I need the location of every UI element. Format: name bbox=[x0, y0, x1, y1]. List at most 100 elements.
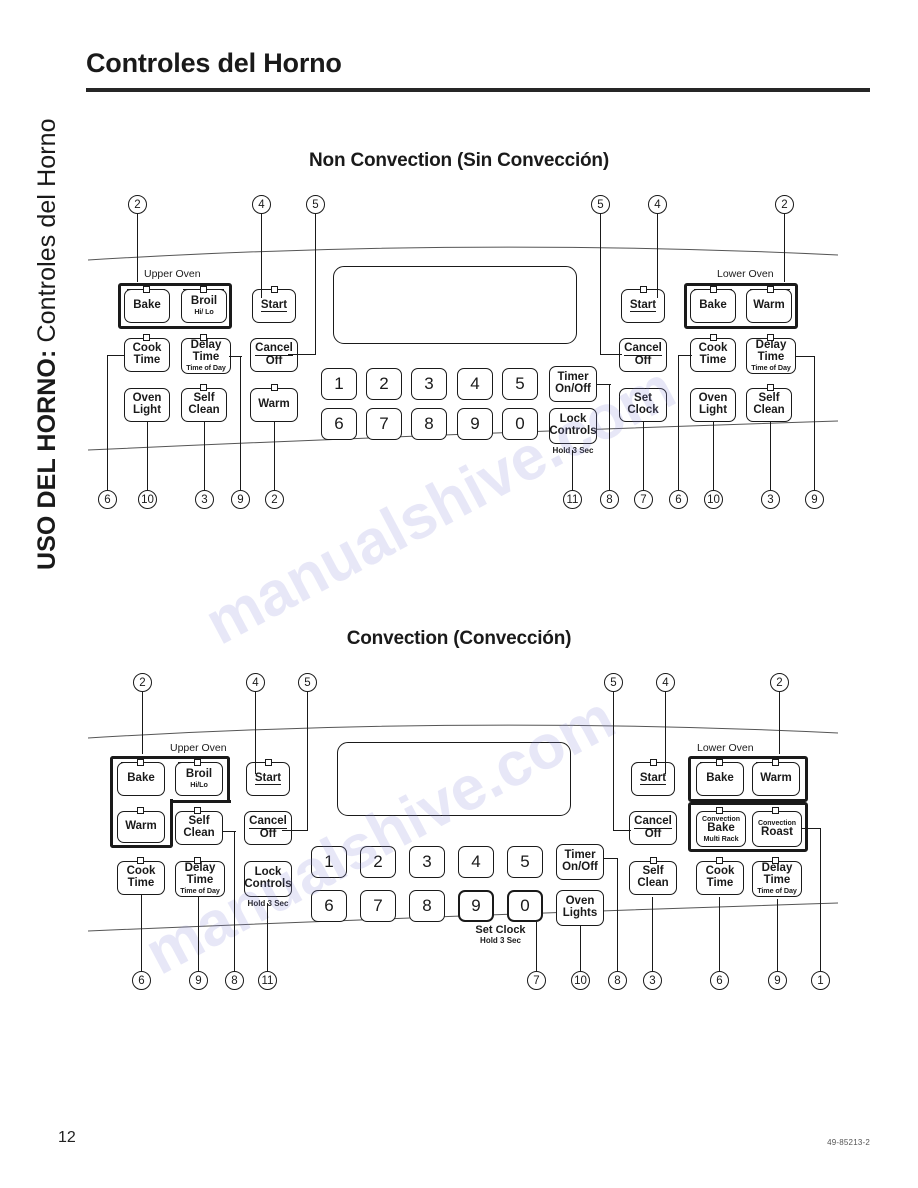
leader-cvn-bottom-2 bbox=[198, 897, 199, 971]
button-lower-cook-time[interactable]: Cook Time bbox=[690, 338, 736, 372]
leader-cvn-bottom-3-h bbox=[222, 831, 236, 832]
keypad-key-5[interactable]: 5 bbox=[502, 368, 538, 400]
caption-lock-hold: Hold 3 Sec bbox=[552, 446, 594, 455]
button-upper-broil[interactable]: Broil Hi/ Lo bbox=[181, 289, 227, 323]
keypad-key-3[interactable]: 3 bbox=[411, 368, 447, 400]
button-left-warm[interactable]: Warm bbox=[250, 388, 298, 422]
document-code: 49-85213-2 bbox=[827, 1138, 870, 1147]
leader-cvn-top-3-h bbox=[282, 830, 308, 831]
button-cvn-convection-bake[interactable]: Convection Bake Multi Rack bbox=[696, 811, 746, 847]
button-cvn-left-cancel-off[interactable]: Cancel Off bbox=[244, 811, 292, 845]
keypad-key-2[interactable]: 2 bbox=[366, 368, 402, 400]
button-cvn-oven-lights[interactable]: Oven Lights bbox=[556, 890, 604, 926]
keypad-cvn-key-1[interactable]: 1 bbox=[311, 846, 347, 878]
button-upper-bake[interactable]: Bake bbox=[124, 289, 170, 323]
button-cvn-upper-self-clean[interactable]: Self Clean bbox=[175, 811, 223, 845]
button-cvn-convection-roast[interactable]: Convection Roast bbox=[752, 811, 802, 847]
button-cvn-lower-cook-time[interactable]: Cook Time bbox=[696, 861, 744, 895]
button-cvn-lower-delay-time[interactable]: Delay Time Time of Day bbox=[752, 861, 802, 897]
leader-cvn-top-4 bbox=[613, 692, 614, 830]
keypad-cvn-key-3[interactable]: 3 bbox=[409, 846, 445, 878]
keypad-cvn-key-8[interactable]: 8 bbox=[409, 890, 445, 922]
button-right-cancel-off[interactable]: Cancel Off bbox=[619, 338, 667, 372]
keypad-cvn-key-7[interactable]: 7 bbox=[360, 890, 396, 922]
button-lower-self-clean[interactable]: Self Clean bbox=[746, 388, 792, 422]
button-upper-broil-sublabel: Hi/ Lo bbox=[194, 307, 214, 317]
keypad-key-4[interactable]: 4 bbox=[457, 368, 493, 400]
button-cvn-upper-warm[interactable]: Warm bbox=[117, 811, 165, 843]
keypad-key-0[interactable]: 0 bbox=[502, 408, 538, 440]
button-left-start[interactable]: Start bbox=[252, 289, 296, 323]
keypad-cvn-key-0[interactable]: 0 bbox=[507, 890, 543, 922]
button-cvn-left-cancel-l1: Cancel bbox=[249, 814, 287, 829]
button-upper-self-clean-l2: Clean bbox=[188, 404, 220, 416]
button-lower-warm[interactable]: Warm bbox=[746, 289, 792, 323]
callout-cvn-bottom-7: 8 bbox=[608, 971, 627, 990]
led-cvn-upper-self-clean bbox=[194, 807, 201, 814]
led-upper-cook-time bbox=[143, 334, 150, 341]
button-upper-cook-time[interactable]: Cook Time bbox=[124, 338, 170, 372]
button-cvn-upper-delay-time[interactable]: Delay Time Time of Day bbox=[175, 861, 225, 897]
keypad-cvn-key-6[interactable]: 6 bbox=[311, 890, 347, 922]
notch-upper-broil bbox=[183, 289, 197, 290]
button-cvn-lower-warm[interactable]: Warm bbox=[752, 762, 800, 796]
keypad-key-6[interactable]: 6 bbox=[321, 408, 357, 440]
button-cvn-lower-cook-time-l2: Time bbox=[706, 877, 734, 889]
button-cvn-upper-cook-time[interactable]: Cook Time bbox=[117, 861, 165, 895]
button-lock-controls[interactable]: Lock Controls bbox=[549, 408, 597, 444]
led-left-start bbox=[271, 286, 278, 293]
keypad-cvn-key-4[interactable]: 4 bbox=[458, 846, 494, 878]
button-cvn-lock-l2: Controls bbox=[244, 878, 292, 890]
button-left-cancel-off[interactable]: Cancel Off bbox=[250, 338, 298, 372]
button-upper-broil-label: Broil bbox=[190, 295, 218, 308]
button-cvn-right-start[interactable]: Start bbox=[631, 762, 675, 796]
leader-cvn-top-1 bbox=[142, 692, 143, 754]
button-set-clock[interactable]: Set Clock bbox=[619, 388, 667, 422]
button-cvn-right-self-clean[interactable]: Self Clean bbox=[629, 861, 677, 895]
button-cvn-left-start[interactable]: Start bbox=[246, 762, 290, 796]
leader-cvn-top-4-h bbox=[613, 830, 631, 831]
button-upper-oven-light[interactable]: Oven Light bbox=[124, 388, 170, 422]
keypad-cvn-key-5[interactable]: 5 bbox=[507, 846, 543, 878]
keypad-cvn-key-9[interactable]: 9 bbox=[458, 890, 494, 922]
keypad-key-8[interactable]: 8 bbox=[411, 408, 447, 440]
leader-bottom-4-h bbox=[229, 356, 242, 357]
led-lower-cook-time bbox=[710, 334, 717, 341]
button-cvn-right-cancel-off[interactable]: Cancel Off bbox=[629, 811, 677, 845]
callout-cvn-bottom-10: 9 bbox=[768, 971, 787, 990]
leader-cvn-top-5 bbox=[665, 692, 666, 774]
keypad-cvn-key-2[interactable]: 2 bbox=[360, 846, 396, 878]
diagram-title-non-convection: Non Convection (Sin Convección) bbox=[309, 150, 609, 171]
button-right-start[interactable]: Start bbox=[621, 289, 665, 323]
button-cvn-upper-bake[interactable]: Bake bbox=[117, 762, 165, 796]
led-lower-warm bbox=[767, 286, 774, 293]
keypad-key-1[interactable]: 1 bbox=[321, 368, 357, 400]
notch-lower-warm bbox=[750, 289, 764, 290]
callout-cvn-bottom-11: 1 bbox=[811, 971, 830, 990]
leader-cvn-bottom-11 bbox=[820, 828, 821, 971]
keypad-key-9[interactable]: 9 bbox=[457, 408, 493, 440]
leader-bottom-1 bbox=[107, 355, 108, 490]
button-cvn-convection-bake-sub: Multi Rack bbox=[703, 834, 739, 843]
button-upper-delay-time[interactable]: Delay Time Time of Day bbox=[181, 338, 231, 374]
leader-bottom-12-h bbox=[796, 356, 815, 357]
button-lower-bake[interactable]: Bake bbox=[690, 289, 736, 323]
button-cvn-lower-bake[interactable]: Bake bbox=[696, 762, 744, 796]
oven-display-screen bbox=[333, 266, 577, 344]
leader-cvn-bottom-7 bbox=[617, 858, 618, 971]
button-upper-self-clean[interactable]: Self Clean bbox=[181, 388, 227, 422]
button-timer-on-off[interactable]: Timer On/Off bbox=[549, 366, 597, 402]
button-cvn-timer-on-off[interactable]: Timer On/Off bbox=[556, 844, 604, 880]
button-cvn-upper-broil[interactable]: Broil Hi/Lo bbox=[175, 762, 223, 796]
button-cvn-left-cancel-l2: Off bbox=[259, 827, 277, 840]
leader-bottom-3 bbox=[204, 422, 205, 490]
button-cvn-lock-controls[interactable]: Lock Controls bbox=[244, 861, 292, 897]
button-lower-delay-time[interactable]: Delay Time Time of Day bbox=[746, 338, 796, 374]
button-cvn-upper-broil-label: Broil bbox=[185, 768, 213, 781]
notch-upper-bake-r bbox=[152, 289, 165, 290]
notch-cvn-upper-broil-r bbox=[204, 762, 217, 763]
led-cvn-right-self-clean bbox=[650, 857, 657, 864]
keypad-key-7[interactable]: 7 bbox=[366, 408, 402, 440]
button-lower-oven-light[interactable]: Oven Light bbox=[690, 388, 736, 422]
manual-page: manualshive.com manualshive.com USO DEL … bbox=[0, 0, 918, 1188]
